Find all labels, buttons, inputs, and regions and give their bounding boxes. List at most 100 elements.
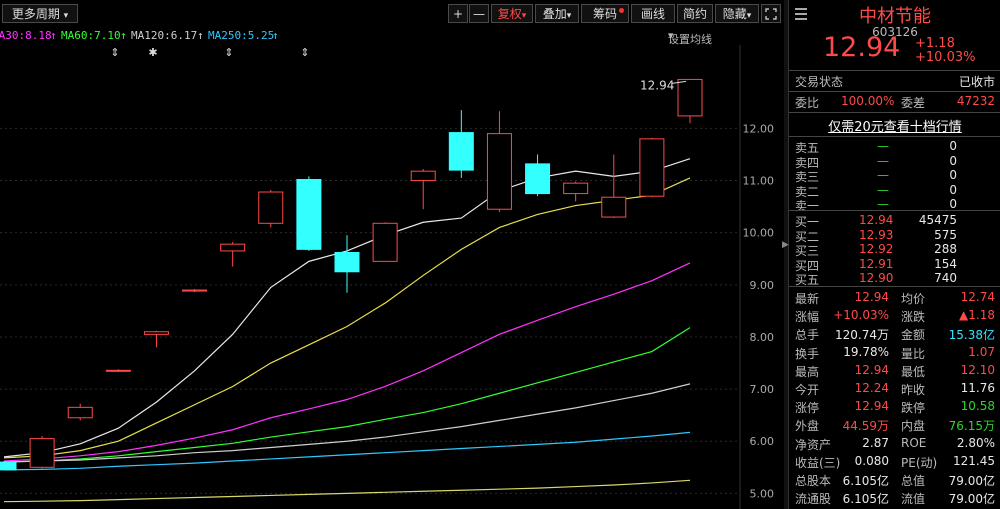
- event-marker-icon: ⇕: [110, 46, 119, 59]
- price-change: +1.18: [915, 36, 955, 51]
- candle-body: [296, 179, 322, 250]
- bid-volume: 740: [934, 271, 957, 285]
- ma30-label: MA30:8.18: [0, 29, 52, 42]
- fullscreen-button[interactable]: [761, 4, 781, 23]
- weibi-label: 委比: [795, 96, 820, 110]
- ask-price: —: [877, 197, 889, 211]
- chevron-down-icon: ▾: [521, 11, 527, 21]
- simple-mode-button[interactable]: 简约: [677, 4, 713, 23]
- ask-volume: 0: [949, 139, 957, 153]
- stat-label: 涨停: [795, 401, 820, 416]
- stat-label: ROE: [901, 435, 927, 450]
- period-dropdown[interactable]: 更多周期 ▾: [2, 4, 78, 23]
- trade-status-value: 已收市: [958, 75, 995, 89]
- stat-value: ▲1.18: [959, 308, 995, 323]
- restore-rights-dropdown[interactable]: 复权▾: [491, 4, 533, 23]
- stat-label: 净资产: [795, 437, 832, 452]
- ma-settings-link[interactable]: 设置均线 ▾: [668, 29, 712, 46]
- y-tick-label: 8.00: [750, 331, 775, 344]
- stat-label: 量比: [901, 346, 926, 361]
- order-ratio-row: 委比 100.00% 委差 47232: [789, 93, 1000, 111]
- stat-label: 换手: [795, 346, 820, 361]
- stats-row: 总手 120.74万 金额 15.38亿: [789, 325, 1000, 343]
- stat-label: 跌停: [901, 401, 926, 416]
- stat-label: 最高: [795, 364, 820, 379]
- stat-value: 12.10: [960, 362, 995, 377]
- stat-value: 12.94: [854, 399, 889, 414]
- draw-line-button[interactable]: 画线: [631, 4, 675, 23]
- candle-body: [639, 138, 665, 197]
- stats-row: 净资产 2.87 ROE 2.80%: [789, 435, 1000, 453]
- stat-value: 121.45: [953, 453, 995, 468]
- stat-value: 6.105亿: [842, 474, 889, 488]
- chips-label: 筹码: [592, 7, 617, 21]
- candle-body: [372, 222, 398, 262]
- candle-body: [486, 133, 512, 210]
- ma120-label: MA120:6.17: [131, 29, 198, 42]
- ask-volume: 0: [949, 182, 957, 197]
- zoom-out-button[interactable]: —: [469, 4, 489, 23]
- stat-label: 总值: [901, 474, 926, 488]
- ma-line: [3, 158, 691, 458]
- weicha-label: 委差: [901, 96, 926, 110]
- hide-label: 隐藏: [722, 7, 747, 21]
- candle-body: [143, 331, 169, 335]
- ask-volume: 0: [949, 153, 957, 168]
- notification-dot-icon: [619, 8, 624, 13]
- y-tick-label: 10.00: [743, 227, 775, 240]
- candle-body: [563, 182, 589, 195]
- stat-value: 44.59万: [842, 419, 889, 434]
- stats-row: 收益(三) 0.080 PE(动) 121.45: [789, 453, 1000, 471]
- candle-body: [220, 243, 246, 252]
- overlay-dropdown[interactable]: 叠加▾: [535, 4, 579, 23]
- stat-label: 金额: [901, 328, 926, 343]
- event-marker-icon: ✱: [148, 46, 157, 59]
- trade-status-label: 交易状态: [795, 75, 844, 89]
- bid-price: 12.93: [859, 227, 894, 242]
- stat-label: 昨收: [901, 383, 926, 397]
- weibi-value: 100.00%: [841, 94, 895, 108]
- stat-label: 最低: [901, 364, 926, 379]
- candle-body: [105, 369, 131, 372]
- bid-volume: 45475: [918, 213, 957, 227]
- stats-row: 最新 12.94 均价 12.74: [789, 289, 1000, 307]
- stat-value: 12.94: [854, 290, 889, 304]
- candle-body: [67, 406, 93, 419]
- bid-volume: 288: [934, 242, 957, 256]
- candlestick-chart[interactable]: 12.00 11.00 10.00 9.00 8.00 7.00 6.00 5.00 12.94…: [0, 45, 784, 509]
- chevron-down-icon: ▾: [746, 11, 752, 21]
- stat-value: +10.03%: [833, 308, 889, 323]
- candle-body: [677, 78, 703, 117]
- ma250-label: MA250:5.25: [208, 29, 275, 42]
- candle-body: [334, 251, 360, 273]
- ask-price: —: [877, 182, 889, 197]
- candle-body: [448, 132, 474, 171]
- candle-body: [525, 163, 551, 195]
- chips-button[interactable]: 筹码: [581, 4, 629, 23]
- stats-row: 最高 12.94 最低 12.10: [789, 362, 1000, 380]
- stat-label: 今开: [795, 383, 820, 397]
- zoom-in-button[interactable]: +: [448, 4, 468, 23]
- ten-level-promo-link[interactable]: 仅需20元查看十档行情: [789, 116, 1000, 135]
- ma-line: [3, 479, 691, 503]
- bid-price: 12.91: [859, 256, 894, 271]
- stat-value: 12.24: [854, 381, 889, 395]
- stat-label: 外盘: [795, 419, 820, 434]
- ma250-arrow-icon: ↑: [272, 29, 279, 42]
- y-tick-label: 6.00: [750, 435, 775, 448]
- hide-dropdown[interactable]: 隐藏▾: [715, 4, 759, 23]
- stats-row: 涨停 12.94 跌停 10.58: [789, 398, 1000, 416]
- candle-body: [29, 438, 55, 468]
- last-price: 12.94: [823, 32, 901, 63]
- period-label: 更多周期: [11, 7, 60, 21]
- y-tick-label: 11.00: [743, 175, 775, 188]
- candle-body: [601, 196, 627, 218]
- event-marker-icon: ⇕: [224, 46, 233, 59]
- y-tick-label: 9.00: [750, 279, 775, 292]
- candle-body: [410, 170, 436, 182]
- stat-label: 流通股: [795, 492, 832, 507]
- stat-value: 19.78%: [843, 344, 889, 359]
- stat-label: 流值: [901, 492, 926, 507]
- ask-price: —: [877, 139, 889, 153]
- stat-label: 总股本: [795, 474, 832, 488]
